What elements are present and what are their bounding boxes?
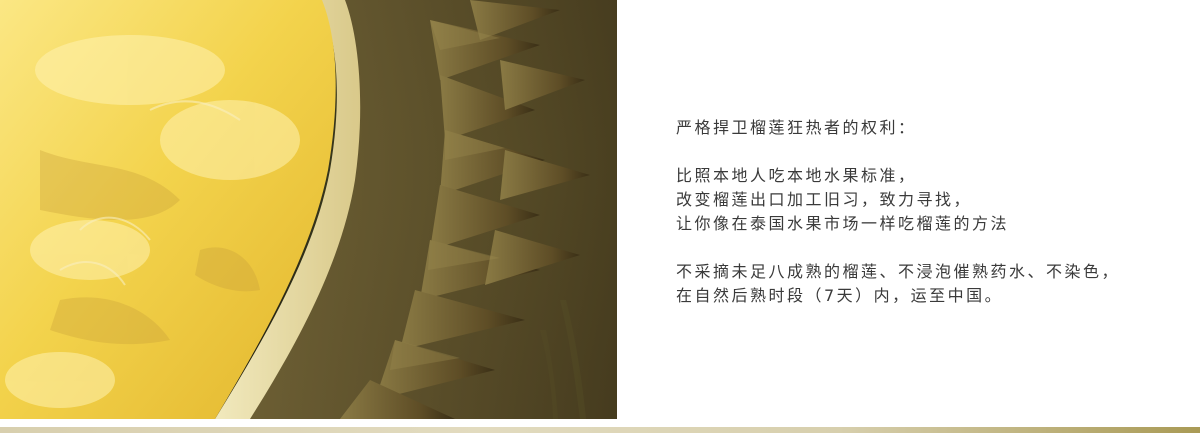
statement-line: 改变榴莲出口加工旧习，致力寻找，: [676, 190, 973, 209]
statement-line: 比照本地人吃本地水果标准，: [676, 166, 917, 185]
bottom-divider-strip: [0, 427, 1200, 433]
statement-line: 在自然后熟时段（7天）内，运至中国。: [676, 286, 1004, 305]
durian-photo: [0, 0, 617, 419]
brand-statement: 严格捍卫榴莲狂热者的权利： 比照本地人吃本地水果标准， 改变榴莲出口加工旧习，致…: [676, 116, 1176, 308]
durian-illustration: [0, 0, 617, 419]
statement-line: 不采摘未足八成熟的榴莲、不浸泡催熟药水、不染色，: [676, 262, 1121, 281]
statement-heading: 严格捍卫榴莲狂热者的权利：: [676, 118, 917, 137]
statement-line: 让你像在泰国水果市场一样吃榴莲的方法: [676, 214, 1010, 233]
